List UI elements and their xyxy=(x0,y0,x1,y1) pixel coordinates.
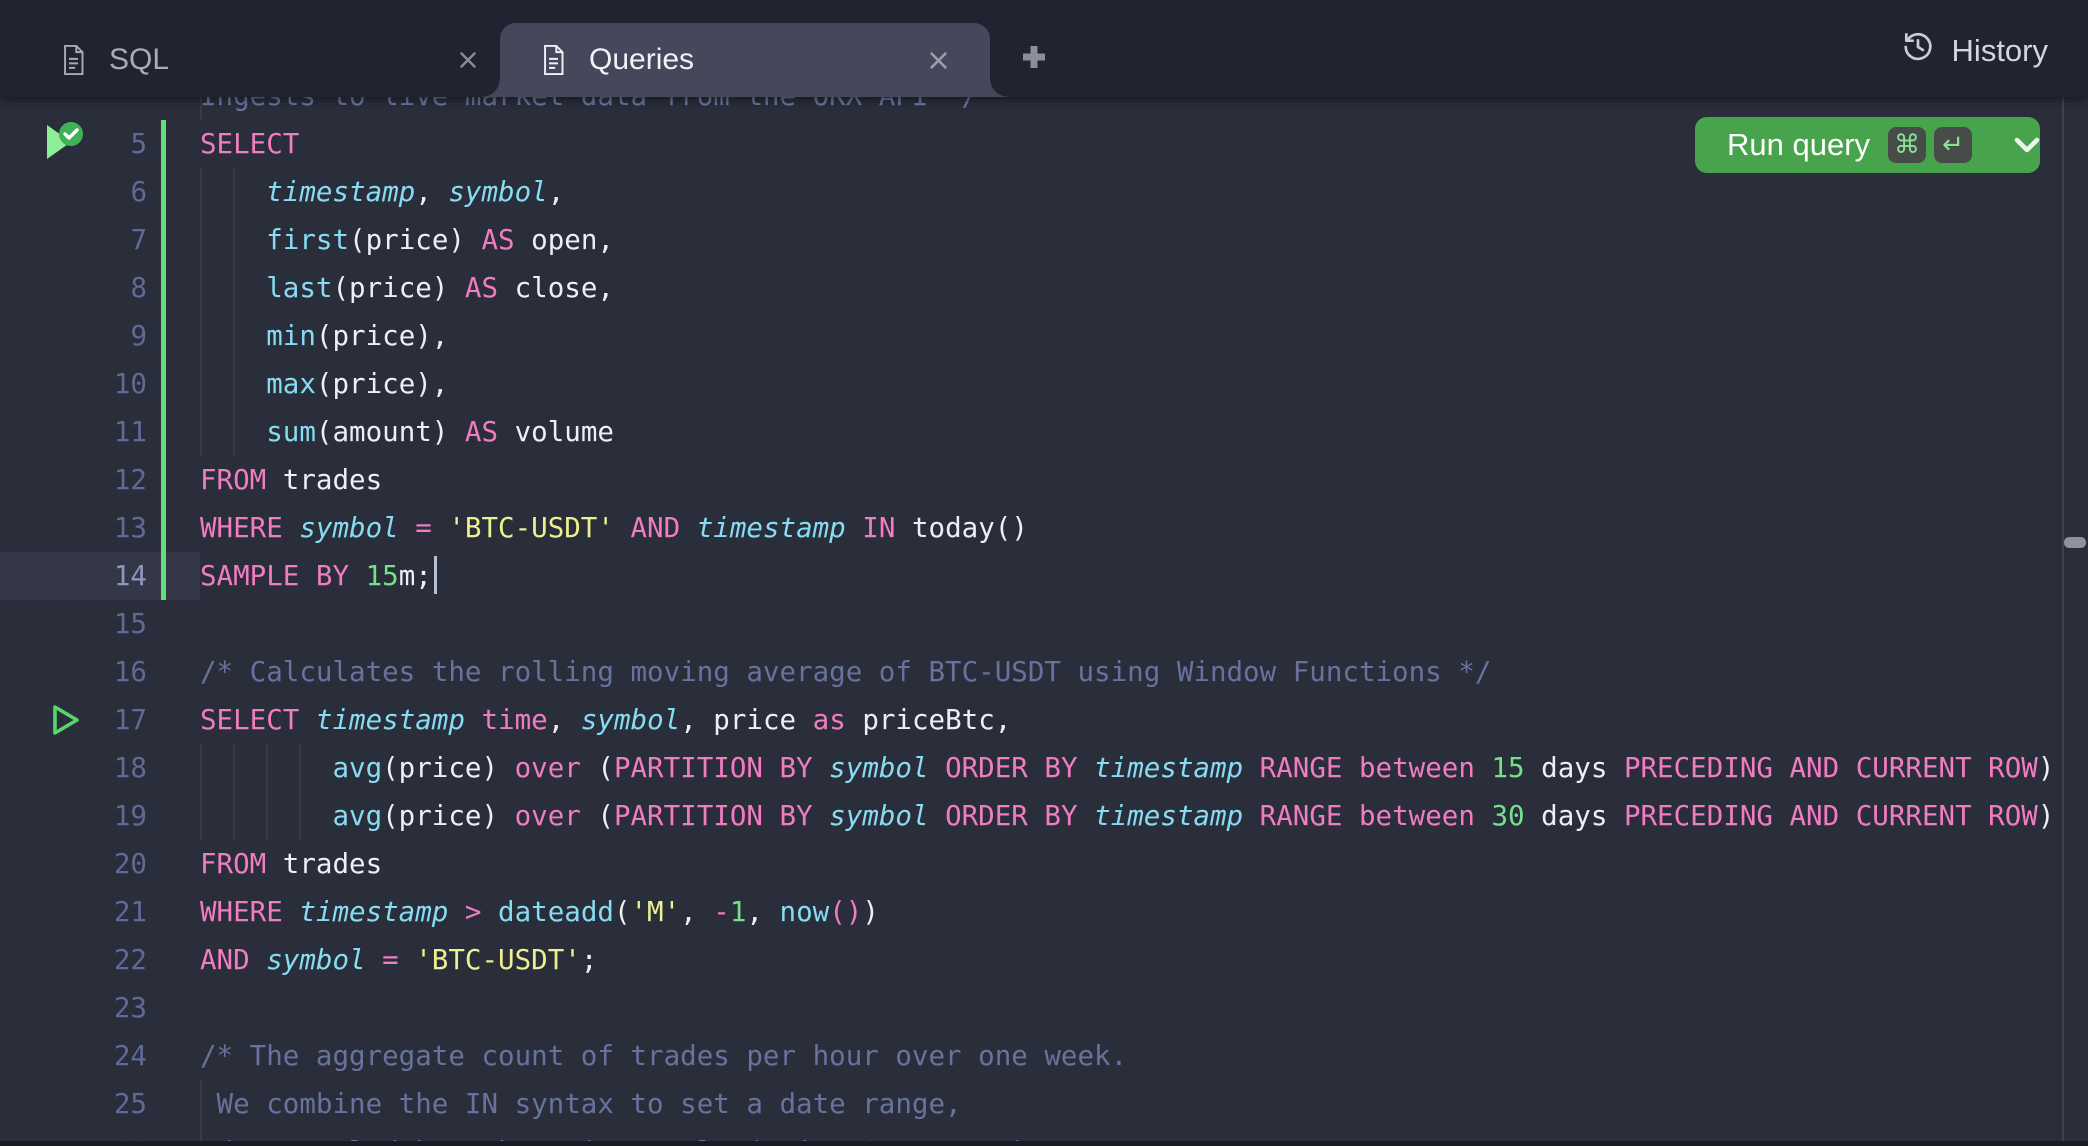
code-text: Ingests to live market data from the OKX… xyxy=(200,97,978,120)
code-text: min(price), xyxy=(200,312,448,360)
code-line[interactable]: 21 WHERE timestamp > dateadd('M', -1, now… xyxy=(0,888,2088,936)
code-line[interactable]: 7 first(price) AS open, xyxy=(0,216,2088,264)
code-line[interactable]: 12 FROM trades xyxy=(0,456,2088,504)
line-number: 11 xyxy=(0,408,147,456)
code-line[interactable]: 6 timestamp, symbol, xyxy=(0,168,2088,216)
code-text: WHERE timestamp > dateadd('M', -1, now()… xyxy=(200,888,879,936)
code-line[interactable]: 15 xyxy=(0,600,2088,648)
line-number: 10 xyxy=(0,360,147,408)
history-label: History xyxy=(1952,33,2048,69)
run-query-button[interactable]: Run query ⌘ ↵ xyxy=(1695,117,2040,173)
code-text: AND symbol = 'BTC-USDT'; xyxy=(200,936,597,984)
code-line[interactable]: 19 avg(price) over (PARTITION BY symbol … xyxy=(0,792,2088,840)
tab-label: SQL xyxy=(109,43,169,77)
file-text-icon xyxy=(540,44,567,76)
plus-icon xyxy=(1020,43,1048,76)
chevron-down-icon[interactable] xyxy=(2014,137,2040,154)
code-text: FROM trades xyxy=(200,456,382,504)
code-editor[interactable]: Ingests to live market data from the OKX… xyxy=(0,97,2088,1146)
sql-console-window: SQL Queries xyxy=(0,0,2088,1146)
code-text: FROM trades xyxy=(200,840,382,888)
code-text: first(price) AS open, xyxy=(200,216,614,264)
line-number: 25 xyxy=(0,1080,147,1128)
line-number: 20 xyxy=(0,840,147,888)
line-number: 9 xyxy=(0,312,147,360)
code-text: sum(amount) AS volume xyxy=(200,408,614,456)
code-line[interactable]: 9 min(price), xyxy=(0,312,2088,360)
history-clock-icon xyxy=(1900,29,1952,73)
window-bottom-edge xyxy=(0,1141,2088,1146)
code-line[interactable]: 20 FROM trades xyxy=(0,840,2088,888)
code-text: SAMPLE BY 15m; xyxy=(200,552,437,600)
code-text: /* Calculates the rolling moving average… xyxy=(200,648,1491,696)
new-tab-button[interactable] xyxy=(1012,37,1056,81)
code-line[interactable]: 17SELECT timestamp time, symbol, price a… xyxy=(0,696,2088,744)
code-line[interactable]: 11 sum(amount) AS volume xyxy=(0,408,2088,456)
executed-query-indicator-bar xyxy=(161,120,166,600)
line-number: 16 xyxy=(0,648,147,696)
line-number: 23 xyxy=(0,984,147,1032)
line-number: 18 xyxy=(0,744,147,792)
line-number: 8 xyxy=(0,264,147,312)
code-text: WHERE symbol = 'BTC-USDT' AND timestamp … xyxy=(200,504,1028,552)
code-line[interactable]: 25 We combine the IN syntax to set a dat… xyxy=(0,1080,2088,1128)
query-success-marker-icon[interactable] xyxy=(40,122,86,170)
line-number: 6 xyxy=(0,168,147,216)
code-text: We combine the IN syntax to set a date r… xyxy=(200,1080,962,1128)
line-number: 15 xyxy=(0,600,147,648)
editor-right-divider xyxy=(2062,97,2064,1146)
run-line-marker-icon[interactable] xyxy=(46,701,84,749)
code-text: timestamp, symbol, xyxy=(200,168,564,216)
line-number: 22 xyxy=(0,936,147,984)
line-number: 12 xyxy=(0,456,147,504)
line-number: 13 xyxy=(0,504,147,552)
code-line[interactable]: 23 xyxy=(0,984,2088,1032)
code-line[interactable]: 8 last(price) AS close, xyxy=(0,264,2088,312)
run-query-label: Run query xyxy=(1727,127,1870,163)
tab-label: Queries xyxy=(589,43,694,77)
code-text: SELECT timestamp time, symbol, price as … xyxy=(200,696,1011,744)
code-line[interactable]: 14 SAMPLE BY 15m; xyxy=(0,552,2088,600)
code-line[interactable]: 24 /* The aggregate count of trades per h… xyxy=(0,1032,2088,1080)
code-line[interactable]: 10 max(price), xyxy=(0,360,2088,408)
code-line[interactable]: 16 /* Calculates the rolling moving avera… xyxy=(0,648,2088,696)
line-number: 7 xyxy=(0,216,147,264)
code-text: /* The aggregate count of trades per hou… xyxy=(200,1032,1127,1080)
text-cursor xyxy=(434,556,437,594)
tab-queries[interactable]: Queries xyxy=(500,23,990,97)
tab-sql[interactable]: SQL xyxy=(36,23,496,97)
code-line[interactable]: 18 avg(price) over (PARTITION BY symbol … xyxy=(0,744,2088,792)
code-text: avg(price) over (PARTITION BY symbol ORD… xyxy=(200,792,2054,840)
close-icon[interactable] xyxy=(918,40,958,80)
code-line[interactable]: 13 WHERE symbol = 'BTC-USDT' AND timestam… xyxy=(0,504,2088,552)
enter-key-icon: ↵ xyxy=(1934,127,1972,163)
code-line[interactable]: 22 AND symbol = 'BTC-USDT'; xyxy=(0,936,2088,984)
cmd-key-icon: ⌘ xyxy=(1888,127,1926,163)
line-number: 14 xyxy=(0,552,147,600)
line-number: 21 xyxy=(0,888,147,936)
code-text: last(price) AS close, xyxy=(200,264,614,312)
line-number: 19 xyxy=(0,792,147,840)
file-text-icon xyxy=(60,44,87,76)
code-text: max(price), xyxy=(200,360,448,408)
tab-bar: SQL Queries xyxy=(0,0,2088,97)
line-number: 24 xyxy=(0,1032,147,1080)
code-text: SELECT xyxy=(200,120,299,168)
code-text: avg(price) over (PARTITION BY symbol ORD… xyxy=(200,744,2054,792)
close-icon[interactable] xyxy=(448,40,488,80)
vertical-scrollbar-thumb[interactable] xyxy=(2064,537,2086,548)
history-button[interactable]: History xyxy=(1900,23,2048,79)
